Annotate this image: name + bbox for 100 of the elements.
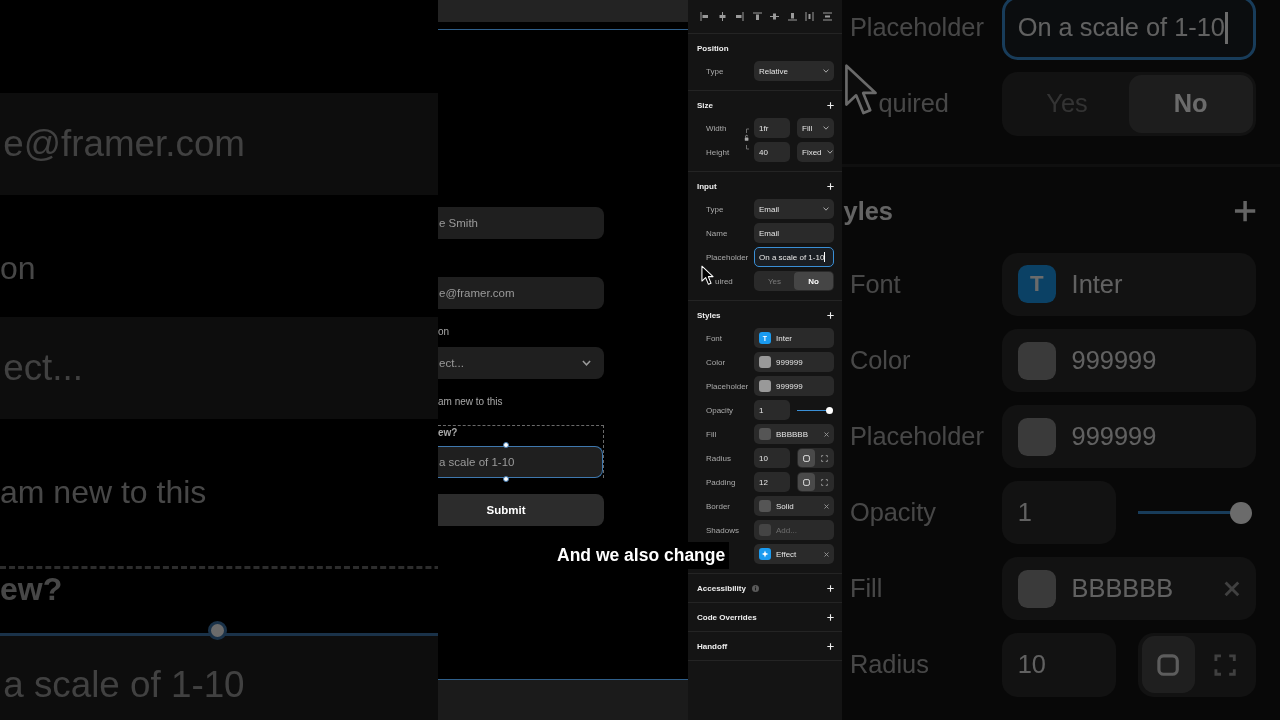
resize-handle[interactable] [503,442,509,448]
section-title: Position [697,43,729,53]
property-label: Fill [706,429,718,439]
property-label: quired [878,89,950,119]
add-icon[interactable] [827,642,834,650]
property-label: Placeholder [706,381,750,391]
property-label: Placeholder [706,252,750,262]
section-title: yles [843,197,893,227]
property-label: Height [706,147,731,157]
align-left-icon[interactable] [700,12,709,21]
chevron-icon [826,150,833,154]
sparkle-icon [759,548,771,560]
slider-thumb[interactable] [826,406,833,414]
distribute-horizontal-icon[interactable] [805,12,815,21]
link-icon[interactable] [744,128,750,150]
property-label: Opacity [706,405,735,415]
question-label: ew? [438,426,459,439]
section-title: Styles [697,310,721,320]
add-icon[interactable] [827,101,834,109]
property-label: Type [706,66,725,76]
section-title: Input [697,181,717,191]
mode-dropdown[interactable]: Fixed [797,142,834,162]
number-field[interactable]: 12 [754,472,790,492]
property-label: Border [706,501,731,511]
number-field[interactable]: 1fr [754,118,790,138]
align-top-icon[interactable] [752,12,762,21]
add-icon[interactable] [827,584,834,592]
segment-option[interactable]: No [794,272,833,290]
distribute-vertical-icon[interactable] [822,12,832,21]
number-field[interactable]: 1 [754,400,790,420]
number-field[interactable]: 40 [754,142,790,162]
mouse-pointer-icon [701,265,714,286]
input-field[interactable]: e Smith [438,207,604,239]
field-label: on [438,325,451,339]
mode-dropdown[interactable]: Fill [797,118,834,138]
input-field[interactable]: e@framer.com [438,277,604,309]
property-label: Font [706,333,723,343]
color-swatch[interactable] [759,428,771,440]
corners-icon [821,478,828,486]
effect-field[interactable]: Effect [754,544,834,564]
property-label: Fill [849,574,884,604]
field-label: on [0,249,37,289]
property-label: Opacity [849,498,937,528]
chevron-icon [823,126,829,130]
align-middle-icon[interactable] [770,12,780,21]
text-field[interactable]: On a scale of 1-10 [754,247,834,267]
color-field[interactable]: 999999 [754,376,834,396]
color-swatch[interactable] [1017,417,1056,456]
uniform-button[interactable] [798,473,815,491]
select-dropdown[interactable]: Email [754,199,834,219]
select-dropdown[interactable]: Relative [754,61,834,81]
add-icon[interactable] [827,613,834,621]
align-center-icon[interactable] [717,12,727,21]
color-swatch[interactable] [759,500,771,512]
property-label: Placeholder [849,422,985,452]
color-field[interactable]: Solid [754,496,834,516]
submit-button[interactable]: Submit [438,494,604,526]
align-bottom-icon[interactable] [787,12,797,21]
uniform-button[interactable] [798,449,815,467]
select-field[interactable]: ect... [438,347,604,379]
resize-handle[interactable] [208,620,228,640]
section-title: Handoff [697,641,728,651]
square-icon [803,478,810,486]
remove-icon[interactable] [824,551,829,557]
opacity-slider[interactable] [797,406,834,414]
text-field[interactable]: Email [754,223,834,243]
remove-icon[interactable] [824,503,829,509]
text-caret [1224,12,1229,44]
slider-thumb[interactable] [1230,501,1253,524]
input-field[interactable]: a scale of 1-10 [438,446,603,478]
color-field[interactable]: BBBBBB [754,424,834,444]
remove-icon[interactable] [824,431,829,437]
property-label: Radius [849,650,930,680]
color-swatch[interactable] [1017,341,1056,380]
corners-icon [821,454,828,462]
align-right-icon[interactable] [735,12,745,21]
color-swatch[interactable] [759,380,771,392]
add-icon[interactable] [827,182,834,190]
section-title: Code Overrides [697,612,757,622]
property-label: uired [715,276,734,286]
property-label: Shadows [706,525,740,535]
section-title: Accessibility [697,583,746,593]
property-label: Type [706,204,725,214]
property-label: Name [706,228,729,238]
section-title: Size [697,100,713,110]
square-icon [803,454,810,462]
resize-handle[interactable] [503,476,509,482]
color-swatch[interactable] [759,356,771,368]
color-swatch[interactable] [1017,569,1056,608]
square-icon [1157,653,1180,676]
property-label: Color [706,357,727,367]
corners-icon [1214,653,1237,676]
chevron-icon [582,360,591,366]
color-swatch[interactable] [759,524,771,536]
font-badge: T [1017,265,1056,304]
add-icon[interactable] [827,311,834,319]
number-field[interactable]: 10 [754,448,790,468]
property-label: Placeholder [849,13,985,43]
color-field[interactable]: 999999 [754,352,834,372]
info-icon[interactable] [751,584,759,592]
